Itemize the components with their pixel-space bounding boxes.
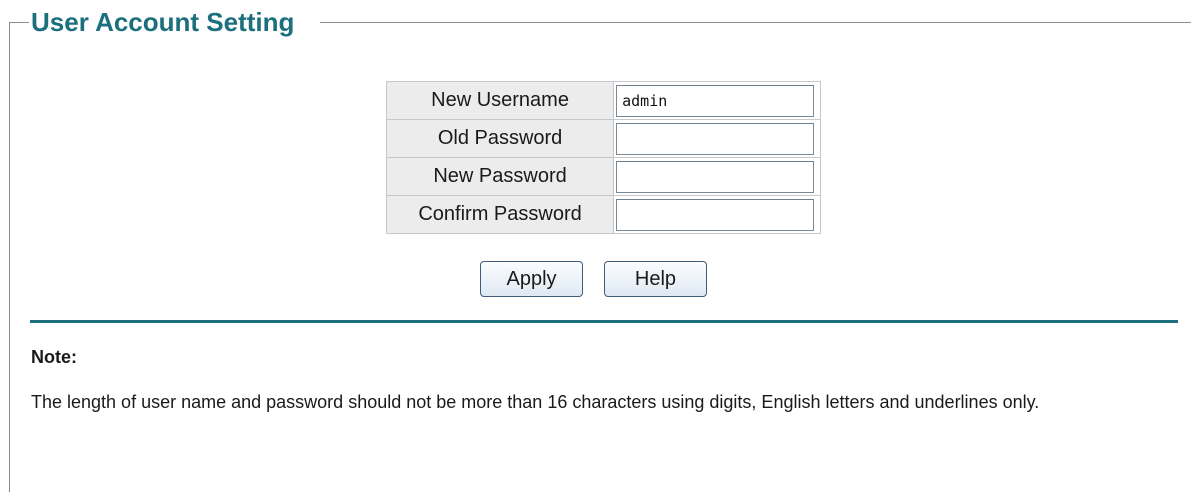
help-button[interactable]: Help <box>604 261 707 297</box>
frame-border-top-left <box>9 22 29 23</box>
note-title: Note: <box>31 347 77 367</box>
form-row-new-username: New Username <box>385 81 821 120</box>
confirm-password-input[interactable] <box>616 198 815 231</box>
new-username-input[interactable] <box>616 84 815 117</box>
old-password-label: Old Password <box>385 119 615 158</box>
section-divider <box>30 320 1178 323</box>
section-title: User Account Setting <box>31 7 295 37</box>
confirm-password-label: Confirm Password <box>385 195 615 234</box>
frame-border-left <box>9 22 10 492</box>
new-password-input[interactable] <box>616 160 815 193</box>
form-row-old-password: Old Password <box>385 119 821 158</box>
note-text: The length of user name and password sho… <box>31 392 1040 412</box>
form-row-confirm-password: Confirm Password <box>385 195 821 234</box>
apply-button[interactable]: Apply <box>480 261 583 297</box>
new-password-label: New Password <box>385 157 615 196</box>
old-password-input[interactable] <box>616 122 815 155</box>
frame-border-top-right <box>320 22 1191 23</box>
form-row-new-password: New Password <box>385 157 821 196</box>
new-username-label: New Username <box>385 81 615 120</box>
account-form-table: New Username Old Password New Password C… <box>385 81 821 234</box>
